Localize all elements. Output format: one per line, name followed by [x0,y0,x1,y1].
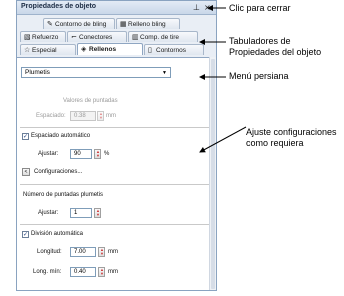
callout-tabs-line1: Tabuladores de [229,36,291,46]
callout-adjust-line1: Ajuste configuraciones [246,127,337,137]
callout-arrow-adjust [199,126,247,153]
callout-adjust-line2: como requiera [246,138,304,148]
callout-close: Clic para cerrar [229,3,291,13]
callout-menu: Menú persiana [229,71,289,81]
callout-tabs-line2: Propiedades del objeto [229,47,322,57]
